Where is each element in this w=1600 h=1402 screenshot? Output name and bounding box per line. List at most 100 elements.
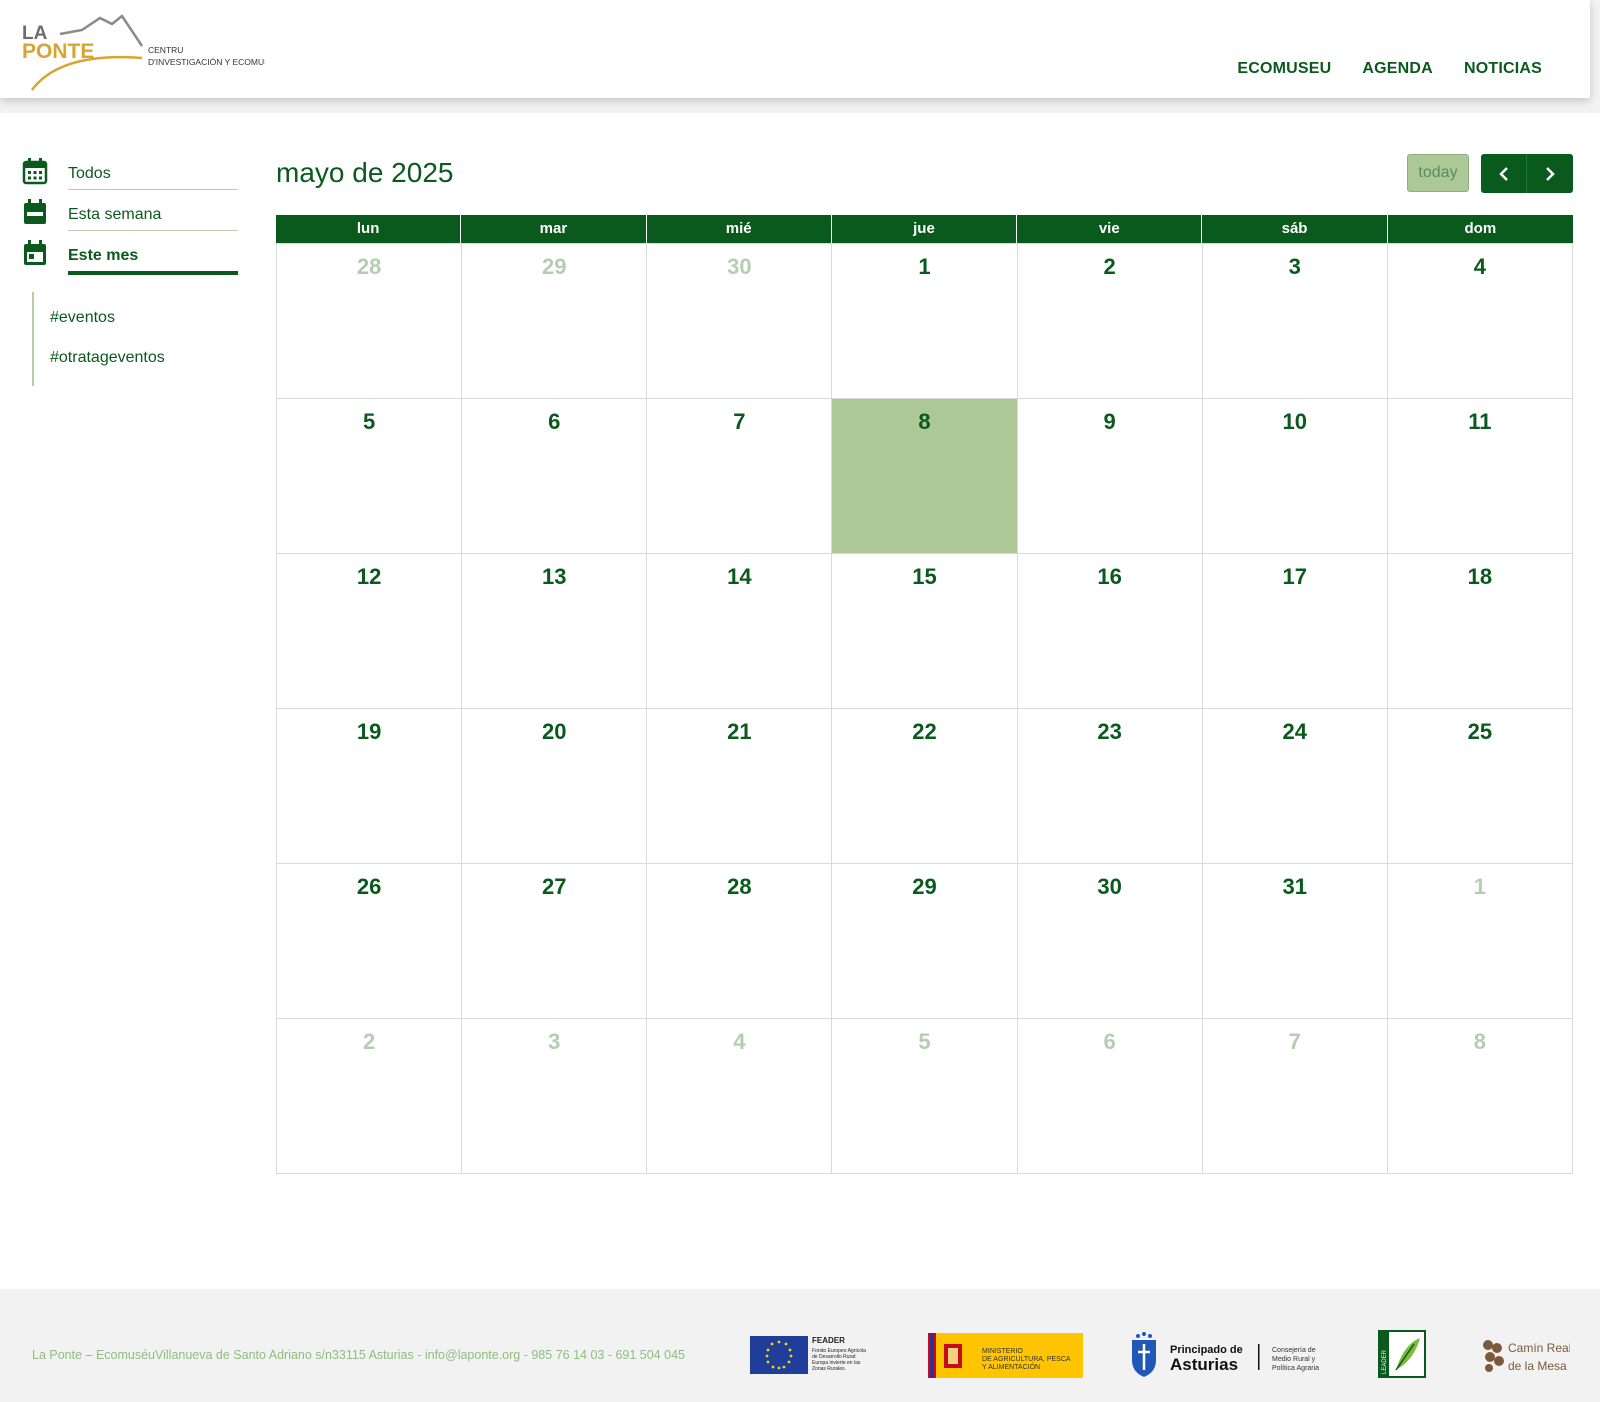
day-number[interactable]: 1 xyxy=(918,254,930,279)
calendar-day[interactable]: 3 xyxy=(462,1019,648,1174)
sidebar-item-todos[interactable]: Todos xyxy=(22,157,242,198)
calendar-day[interactable]: 4 xyxy=(1387,244,1573,399)
day-number[interactable]: 20 xyxy=(542,719,566,744)
calendar-day[interactable]: 30 xyxy=(1017,864,1203,1019)
calendar-day[interactable]: 12 xyxy=(277,554,463,709)
calendar-day[interactable]: 6 xyxy=(462,399,648,554)
sidebar-item-este-mes[interactable]: Este mes xyxy=(22,239,242,280)
day-number[interactable]: 8 xyxy=(1474,1029,1486,1054)
day-number[interactable]: 8 xyxy=(918,409,930,434)
calendar-day[interactable]: 28 xyxy=(277,244,463,399)
day-number[interactable]: 21 xyxy=(727,719,751,744)
sidebar-item-esta-semana[interactable]: Esta semana xyxy=(22,198,242,239)
day-number[interactable]: 6 xyxy=(548,409,560,434)
day-number[interactable]: 6 xyxy=(1104,1029,1116,1054)
calendar-day[interactable]: 20 xyxy=(462,709,648,864)
day-number[interactable]: 27 xyxy=(542,874,566,899)
calendar-day[interactable]: 18 xyxy=(1387,554,1573,709)
day-number[interactable]: 29 xyxy=(542,254,566,279)
calendar-day[interactable]: 30 xyxy=(647,244,833,399)
day-number[interactable]: 13 xyxy=(542,564,566,589)
calendar-day[interactable]: 2 xyxy=(1017,244,1203,399)
calendar-day[interactable]: 24 xyxy=(1202,709,1388,864)
day-number[interactable]: 5 xyxy=(918,1029,930,1054)
day-number[interactable]: 7 xyxy=(733,409,745,434)
weekday-header: vie xyxy=(1017,215,1203,243)
day-number[interactable]: 4 xyxy=(733,1029,745,1054)
day-number[interactable]: 7 xyxy=(1289,1029,1301,1054)
calendar-day[interactable]: 8 xyxy=(1387,1019,1573,1174)
day-number[interactable]: 19 xyxy=(357,719,381,744)
day-number[interactable]: 30 xyxy=(727,254,751,279)
day-number[interactable]: 2 xyxy=(363,1029,375,1054)
calendar-month-icon xyxy=(24,240,46,265)
nav-agenda[interactable]: AGENDA xyxy=(1362,60,1433,78)
day-number[interactable]: 12 xyxy=(357,564,381,589)
day-number[interactable]: 9 xyxy=(1104,409,1116,434)
calendar-day[interactable]: 26 xyxy=(277,864,463,1019)
asturias-sub: Consejería de xyxy=(1272,1347,1316,1354)
tag-eventos[interactable]: #eventos xyxy=(50,298,242,338)
next-month-button[interactable] xyxy=(1527,154,1573,193)
calendar-day[interactable]: 10 xyxy=(1202,399,1388,554)
calendar-day[interactable]: 25 xyxy=(1387,709,1573,864)
calendar-day[interactable]: 2 xyxy=(277,1019,463,1174)
day-number[interactable]: 28 xyxy=(357,254,381,279)
prev-month-button[interactable] xyxy=(1481,154,1527,193)
day-number[interactable]: 30 xyxy=(1097,874,1121,899)
calendar-day[interactable]: 28 xyxy=(647,864,833,1019)
la-ponte-logo[interactable]: LA PONTE CENTRU D'INVESTIGACIÓN Y ECOMUS… xyxy=(20,12,265,94)
calendar-day[interactable]: 19 xyxy=(277,709,463,864)
today-button[interactable]: today xyxy=(1407,154,1469,192)
day-number[interactable]: 29 xyxy=(912,874,936,899)
day-number[interactable]: 2 xyxy=(1104,254,1116,279)
calendar-day[interactable]: 15 xyxy=(832,554,1018,709)
day-number[interactable]: 3 xyxy=(548,1029,560,1054)
calendar-day[interactable]: 9 xyxy=(1017,399,1203,554)
calendar-day[interactable]: 27 xyxy=(462,864,648,1019)
day-number[interactable]: 16 xyxy=(1097,564,1121,589)
day-number[interactable]: 10 xyxy=(1283,409,1307,434)
weekday-header: dom xyxy=(1464,220,1497,237)
calendar-day[interactable]: 5 xyxy=(277,399,463,554)
calendar-day[interactable]: 13 xyxy=(462,554,648,709)
calendar-day[interactable]: 31 xyxy=(1202,864,1388,1019)
day-number[interactable]: 15 xyxy=(912,564,936,589)
day-number[interactable]: 31 xyxy=(1283,874,1307,899)
calendar-day-today[interactable]: 8 xyxy=(832,399,1018,554)
calendar-day[interactable]: 29 xyxy=(462,244,648,399)
calendar-day[interactable]: 6 xyxy=(1017,1019,1203,1174)
calendar-day[interactable]: 29 xyxy=(832,864,1018,1019)
day-number[interactable]: 23 xyxy=(1097,719,1121,744)
nav-noticias[interactable]: NOTICIAS xyxy=(1464,60,1542,78)
calendar-day[interactable]: 17 xyxy=(1202,554,1388,709)
day-number[interactable]: 14 xyxy=(727,564,751,589)
calendar-day[interactable]: 21 xyxy=(647,709,833,864)
day-number[interactable]: 17 xyxy=(1283,564,1307,589)
calendar-day[interactable]: 23 xyxy=(1017,709,1203,864)
calendar-day[interactable]: 3 xyxy=(1202,244,1388,399)
day-number[interactable]: 5 xyxy=(363,409,375,434)
calendar-day[interactable]: 7 xyxy=(1202,1019,1388,1174)
day-number[interactable]: 3 xyxy=(1289,254,1301,279)
day-number[interactable]: 25 xyxy=(1468,719,1492,744)
calendar-day[interactable]: 16 xyxy=(1017,554,1203,709)
day-number[interactable]: 4 xyxy=(1474,254,1486,279)
calendar-day[interactable]: 11 xyxy=(1387,399,1573,554)
day-number[interactable]: 26 xyxy=(357,874,381,899)
day-number[interactable]: 11 xyxy=(1468,409,1491,434)
calendar-day[interactable]: 5 xyxy=(832,1019,1018,1174)
day-number[interactable]: 24 xyxy=(1283,719,1307,744)
nav-ecomuseu[interactable]: ECOMUSEU xyxy=(1237,60,1331,78)
day-number[interactable]: 1 xyxy=(1474,874,1486,899)
calendar-day[interactable]: 1 xyxy=(1387,864,1573,1019)
tag-otratageventos[interactable]: #otratageventos xyxy=(50,338,242,378)
calendar-day[interactable]: 4 xyxy=(647,1019,833,1174)
calendar-day[interactable]: 14 xyxy=(647,554,833,709)
calendar-day[interactable]: 1 xyxy=(832,244,1018,399)
day-number[interactable]: 28 xyxy=(727,874,751,899)
day-number[interactable]: 22 xyxy=(912,719,936,744)
calendar-day[interactable]: 7 xyxy=(647,399,833,554)
day-number[interactable]: 18 xyxy=(1468,564,1492,589)
calendar-day[interactable]: 22 xyxy=(832,709,1018,864)
